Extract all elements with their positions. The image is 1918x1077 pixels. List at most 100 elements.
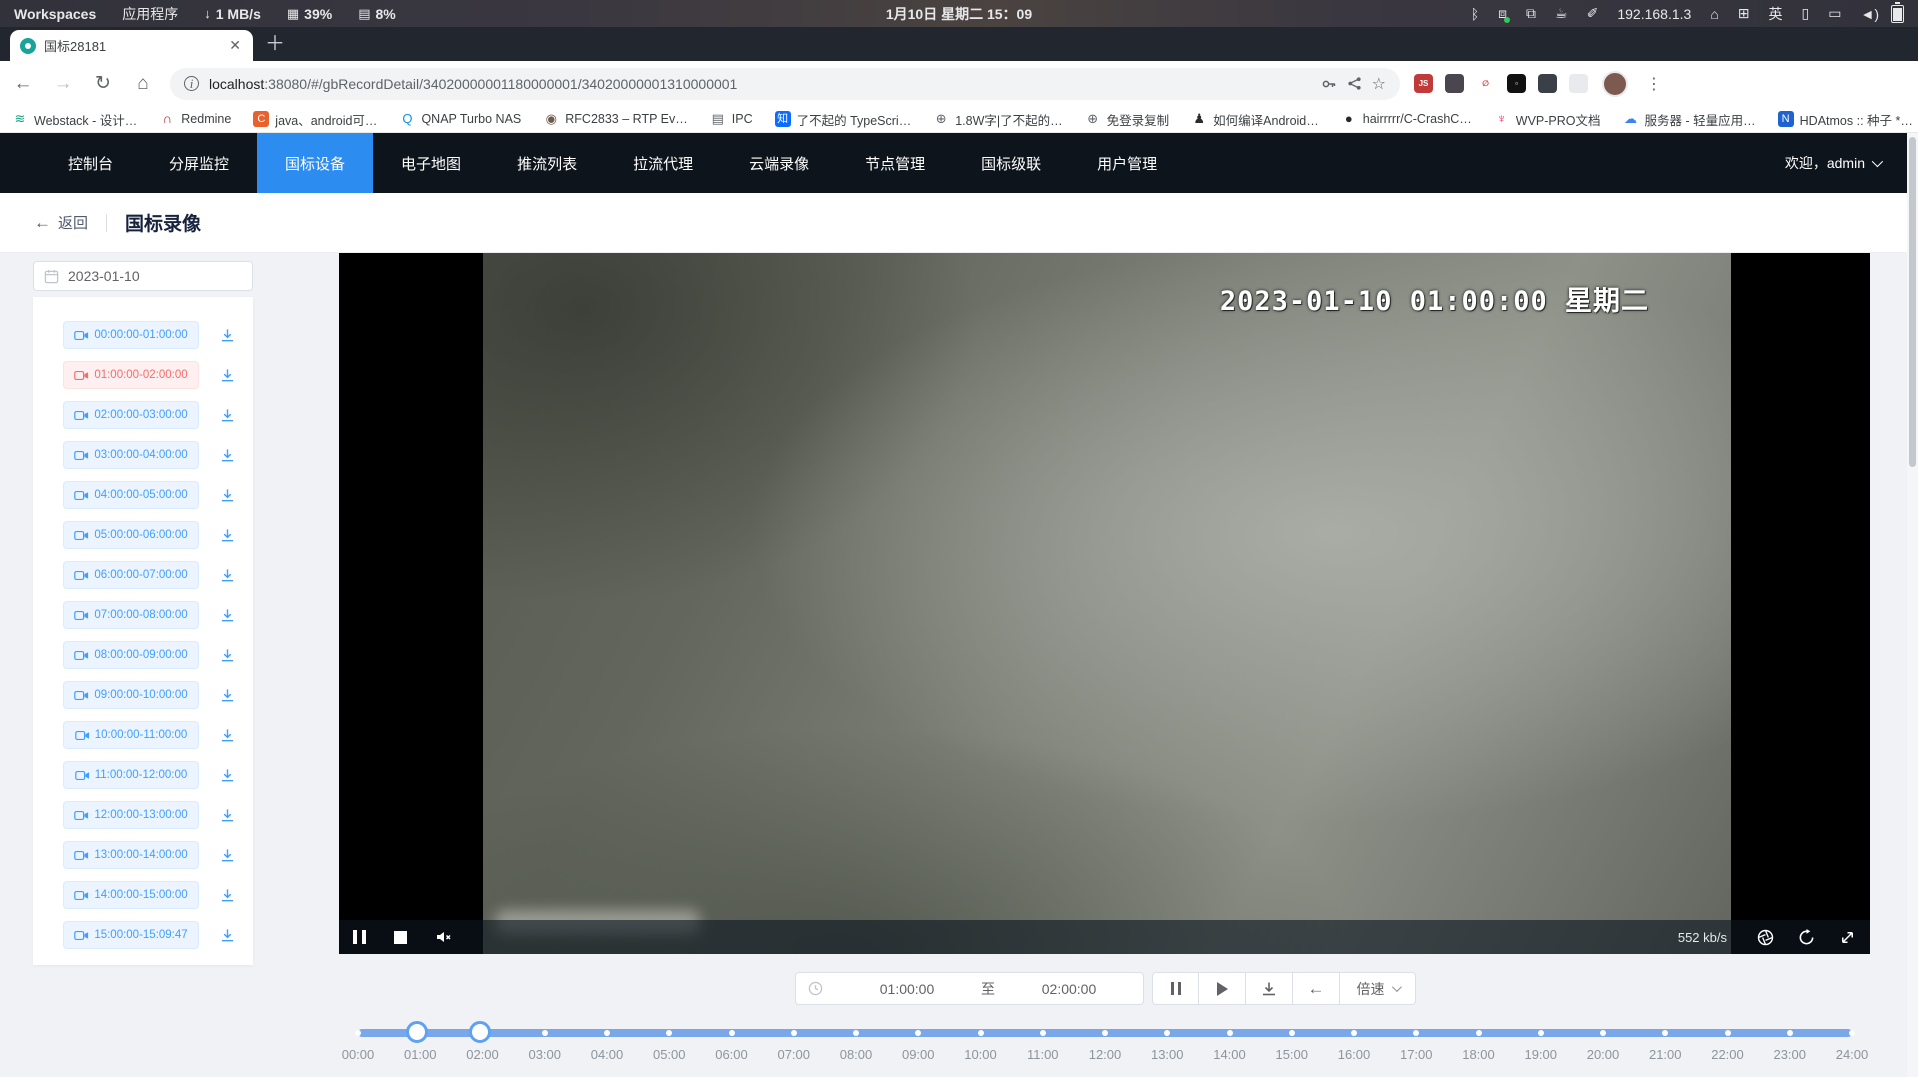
download-segment-button[interactable] — [215, 323, 239, 347]
segment-chip[interactable]: 15:00:00-15:09:47 — [63, 921, 199, 949]
back-link[interactable]: ← 返回 — [34, 212, 88, 233]
bookmark-item[interactable]: ♟ 如何编译Android… — [1191, 110, 1319, 129]
download-segment-button[interactable] — [215, 523, 239, 547]
bookmark-item[interactable]: ● hairrrrr/C-CrashC… — [1341, 111, 1472, 127]
playback-speed-button[interactable]: 倍速 — [1340, 972, 1416, 1005]
segment-chip[interactable]: 08:00:00-09:00:00 — [63, 641, 199, 669]
seek-back-button[interactable]: ← — [1293, 972, 1340, 1005]
download-segment-button[interactable] — [215, 403, 239, 427]
tray-icon[interactable]: ⊞ — [1738, 5, 1750, 22]
bookmark-item[interactable]: ♆ WVP-PRO文档 — [1494, 110, 1601, 129]
download-segment-button[interactable] — [215, 363, 239, 387]
tray-icon[interactable]: ⧈ — [1498, 5, 1507, 22]
download-segment-button[interactable] — [215, 923, 239, 947]
bookmark-star-icon[interactable]: ☆ — [1372, 74, 1386, 94]
download-segment-button[interactable] — [215, 683, 239, 707]
address-bar[interactable]: i localhost:38080/#/gbRecordDetail/34020… — [170, 68, 1400, 100]
applications-button[interactable]: 应用程序 — [122, 4, 178, 24]
video-player[interactable]: 2023-01-10 01:00:00 星期二 552 kb/s — [339, 253, 1870, 954]
download-segment-button[interactable] — [215, 763, 239, 787]
tray-icon[interactable]: ⌂ — [1710, 6, 1718, 22]
new-tab-button[interactable]: ＋ — [265, 31, 285, 57]
tab-close-icon[interactable]: ✕ — [227, 37, 243, 54]
bookmark-item[interactable]: ≋ Webstack - 设计… — [12, 110, 137, 129]
range-start-handle[interactable] — [406, 1021, 428, 1043]
extension-icon[interactable] — [1445, 74, 1464, 93]
download-segment-button[interactable] — [215, 483, 239, 507]
key-icon[interactable] — [1321, 76, 1337, 92]
nav-tab[interactable]: 电子地图 — [373, 133, 489, 193]
bookmark-item[interactable]: C java、android可… — [253, 110, 377, 129]
back-button[interactable]: ← — [10, 73, 36, 95]
tray-icon[interactable]: ▭ — [1828, 5, 1841, 22]
page-scrollbar[interactable] — [1907, 133, 1918, 1077]
segment-chip[interactable]: 06:00:00-07:00:00 — [63, 561, 199, 589]
bookmark-item[interactable]: 知 了不起的 TypeScri… — [775, 110, 912, 129]
download-button[interactable] — [1246, 972, 1293, 1005]
site-info-icon[interactable]: i — [184, 76, 199, 91]
workspaces-button[interactable]: Workspaces — [14, 6, 96, 22]
segment-chip[interactable]: 02:00:00-03:00:00 — [63, 401, 199, 429]
play-button[interactable] — [1199, 972, 1246, 1005]
download-segment-button[interactable] — [215, 843, 239, 867]
download-segment-button[interactable] — [215, 643, 239, 667]
bookmark-item[interactable]: ∩ Redmine — [159, 111, 231, 127]
nav-tab[interactable]: 分屏监控 — [141, 133, 257, 193]
bookmark-item[interactable]: ▤ IPC — [710, 111, 753, 127]
user-menu[interactable]: 欢迎，admin — [1785, 133, 1918, 193]
time-range-input[interactable]: 01:00:00 至 02:00:00 — [795, 972, 1144, 1005]
download-segment-button[interactable] — [215, 563, 239, 587]
tray-icon[interactable]: 192.168.1.3 — [1617, 6, 1691, 22]
fullscreen-icon[interactable] — [1839, 929, 1856, 946]
extension-icon[interactable]: JS — [1414, 74, 1433, 93]
reload-button[interactable]: ↻ — [90, 72, 116, 95]
segment-chip[interactable]: 10:00:00-11:00:00 — [63, 721, 199, 749]
forward-button[interactable]: → — [50, 73, 76, 95]
extension-icon[interactable] — [1538, 74, 1557, 93]
download-segment-button[interactable] — [215, 723, 239, 747]
download-segment-button[interactable] — [215, 803, 239, 827]
bookmark-item[interactable]: ⊕ 1.8W字|了不起的… — [933, 110, 1062, 129]
tray-icon[interactable]: ☕ — [1555, 5, 1568, 22]
tray-icon[interactable]: ◄) — [1860, 6, 1879, 22]
download-segment-button[interactable] — [215, 883, 239, 907]
volume-muted-icon[interactable] — [435, 929, 453, 945]
tray-icon[interactable]: ✐ — [1587, 5, 1599, 22]
share-icon[interactable] — [1347, 76, 1362, 91]
refresh-icon[interactable] — [1798, 929, 1815, 946]
snapshot-aperture-icon[interactable] — [1757, 929, 1774, 946]
segment-chip[interactable]: 11:00:00-12:00:00 — [63, 761, 199, 789]
nav-tab[interactable]: 国标级联 — [953, 133, 1069, 193]
tray-icon[interactable]: 英 — [1769, 4, 1783, 24]
player-pause-icon[interactable] — [353, 930, 366, 944]
download-segment-button[interactable] — [215, 603, 239, 627]
nav-tab[interactable]: 推流列表 — [489, 133, 605, 193]
bookmark-item[interactable]: ◉ RFC2833 – RTP Ev… — [543, 111, 688, 127]
nav-tab[interactable]: 节点管理 — [837, 133, 953, 193]
browser-home-button[interactable]: ⌂ — [130, 73, 156, 95]
start-time-value[interactable]: 01:00:00 — [833, 981, 981, 997]
profile-avatar[interactable] — [1602, 71, 1628, 97]
nav-tab[interactable]: 拉流代理 — [605, 133, 721, 193]
bookmark-item[interactable]: Q QNAP Turbo NAS — [399, 111, 521, 127]
nav-tab[interactable]: 控制台 — [40, 133, 141, 193]
segment-chip[interactable]: 05:00:00-06:00:00 — [63, 521, 199, 549]
end-time-value[interactable]: 02:00:00 — [995, 981, 1143, 997]
segment-chip[interactable]: 09:00:00-10:00:00 — [63, 681, 199, 709]
segment-chip[interactable]: 07:00:00-08:00:00 — [63, 601, 199, 629]
scrollbar-thumb[interactable] — [1909, 137, 1916, 467]
battery-icon[interactable] — [1891, 5, 1904, 23]
nav-tab[interactable]: 云端录像 — [721, 133, 837, 193]
segment-chip[interactable]: 14:00:00-15:00:00 — [63, 881, 199, 909]
tray-icon[interactable]: ⧉ — [1526, 5, 1536, 22]
bookmark-item[interactable]: N HDAtmos :: 种子 *… — [1778, 110, 1913, 129]
segment-chip[interactable]: 01:00:00-02:00:00 — [63, 361, 199, 389]
segment-chip[interactable]: 03:00:00-04:00:00 — [63, 441, 199, 469]
segment-chip[interactable]: 04:00:00-05:00:00 — [63, 481, 199, 509]
bookmark-item[interactable]: ⊕ 免登录复制 — [1085, 110, 1170, 129]
segment-chip[interactable]: 00:00:00-01:00:00 — [63, 321, 199, 349]
extension-icon[interactable]: ∅ — [1476, 74, 1495, 93]
nav-tab[interactable]: 用户管理 — [1069, 133, 1185, 193]
extension-icon[interactable] — [1569, 74, 1588, 93]
browser-menu-icon[interactable]: ⋮ — [1642, 74, 1666, 94]
